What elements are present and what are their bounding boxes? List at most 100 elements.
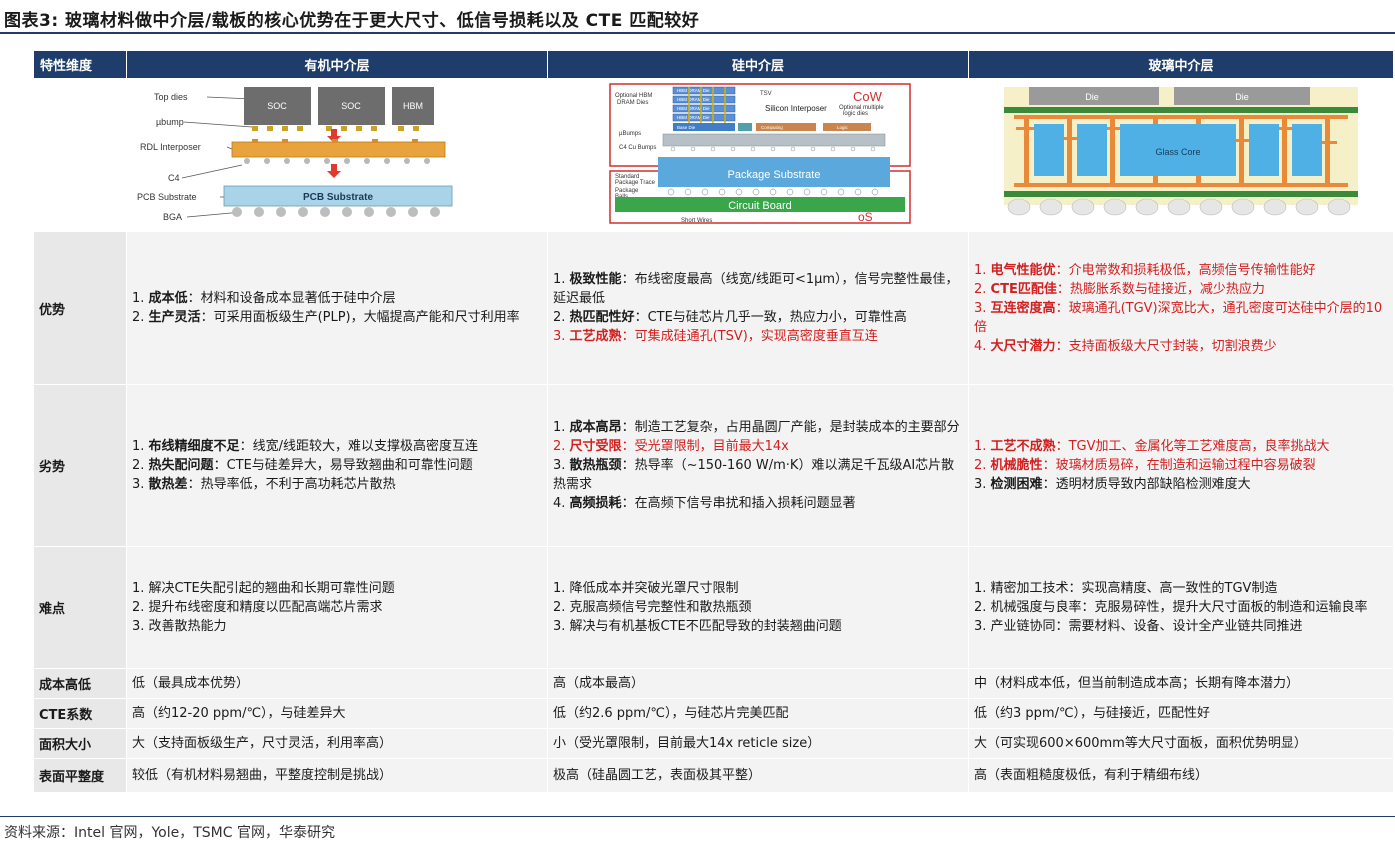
hbm-dram-die-3: HBM DRAM Die — [677, 106, 710, 111]
disadvantages-silicon: 1. 成本高昂：制造工艺复杂，占用晶圆厂产能，是封装成本的主要部分 2. 尺寸受限… — [547, 384, 969, 547]
os-label: oS — [858, 210, 873, 224]
cell-text: ：材料和设备成本显著低于硅中介层 — [187, 291, 396, 306]
cell-text: ：制造工艺复杂，占用晶圆厂产能，是封装成本的主要部分 — [621, 420, 960, 435]
cell-text: 低（约3 ppm/℃），与硅接近，匹配性好 — [974, 706, 1211, 721]
cell-text: 高（约12-20 ppm/℃），与硅差异大 — [132, 706, 346, 721]
cell-text: 3. 解决与有机基板CTE不匹配导致的封装翘曲问题 — [553, 619, 842, 634]
label-c4-cu-bumps: C4 Cu Bumps — [619, 145, 656, 151]
cell-text: ：可采用面板级生产(PLP)，大幅提高产能和尺寸利用率 — [200, 310, 520, 325]
cell-line: 1. 极致性能：布线密度最高（线宽/线距可<1μm），信号完整性最佳，延迟最低 — [553, 270, 963, 308]
cell-line: 2. 机械强度与良率：克服易碎性，提升大尺寸面板的制造和运输良率 — [974, 598, 1388, 617]
cell-text: 1. — [974, 439, 991, 454]
cell-line: 1. 成本高昂：制造工艺复杂，占用晶圆厂产能，是封装成本的主要部分 — [553, 418, 963, 437]
cost-glass: 中（材料成本低，但当前制造成本高；长期有降本潜力） — [968, 668, 1394, 699]
silicon-interposer-diagram: CoW oS Optional HBM DRAM Dies TSV Option… — [547, 78, 969, 232]
footer-divider — [0, 816, 1395, 817]
cell-line: 2. 热匹配性好：CTE与硅芯片几乎一致，热应力小，可靠性高 — [553, 308, 963, 327]
cell-text: 高（表面粗糙度极低，有利于精细布线） — [974, 768, 1209, 783]
row-area: 面积大小 大（支持面板级生产，尺寸灵活，利用率高） 小（受光罩限制，目前最大14… — [33, 728, 1394, 759]
organic-interposer-diagram: Top dies µbump RDL Interposer C4 PCB Sub… — [126, 78, 548, 232]
row-label: 面积大小 — [33, 728, 127, 759]
source-note: 资料来源：Intel 官网，Yole，TSMC 官网，华泰研究 — [4, 825, 335, 841]
cell-text: 较低（有机材料易翘曲，平整度控制是挑战） — [132, 768, 393, 783]
cell-text: 2. — [132, 458, 149, 473]
cost-organic: 低（最具成本优势） — [126, 668, 548, 699]
cell-text: 2. — [132, 310, 149, 325]
cell-text: 4. — [553, 496, 570, 511]
cell-text: 3. — [974, 300, 991, 316]
label-bga: BGA — [163, 212, 182, 222]
cell-text: ：热导率低，不利于高功耗芯片散热 — [187, 477, 396, 492]
difficulties-silicon: 1. 降低成本并突破光罩尺寸限制 2. 克服高频信号完整性和散热瓶颈 3. 解决与有… — [547, 546, 969, 669]
row-cost: 成本高低 低（最具成本优势） 高（成本最高） 中（材料成本低，但当前制造成本高；… — [33, 668, 1394, 699]
cell-text: ：玻璃材质易碎，在制造和运输过程中容易破裂 — [1042, 458, 1316, 473]
cell-text: 1. — [553, 272, 570, 287]
cell-text: 热失配问题 — [148, 458, 214, 473]
cell-line: 3. 产业链协同：需要材料、设备、设计全产业链共同推进 — [974, 617, 1388, 636]
cell-text: 1. 解决CTE失配引起的翘曲和长期可靠性问题 — [132, 581, 395, 596]
cell-text: 2. — [553, 310, 570, 325]
cell-text: 布线精细度不足 — [148, 439, 240, 454]
disadvantages-organic: 1. 布线精细度不足：线宽/线距较大，难以支撑极高密度互连 2. 热失配问题：CT… — [126, 384, 548, 547]
cell-line: 4. 高频损耗：在高频下信号串扰和插入损耗问题显著 — [553, 494, 963, 513]
cell-line: 低（约3 ppm/℃），与硅接近，匹配性好 — [974, 704, 1388, 723]
cte-glass: 低（约3 ppm/℃），与硅接近，匹配性好 — [968, 698, 1394, 729]
cell-text: 大（支持面板级生产，尺寸灵活，利用率高） — [132, 736, 393, 751]
diagram-row: Top dies µbump RDL Interposer C4 PCB Sub… — [33, 78, 1394, 232]
cell-text: 极致性能 — [569, 272, 622, 287]
cell-line: 1. 精密加工技术：实现高精度、高一致性的TGV制造 — [974, 579, 1388, 598]
cell-text: 中（材料成本低，但当前制造成本高；长期有降本潜力） — [974, 676, 1300, 691]
cell-line: 高（成本最高） — [553, 674, 963, 693]
cell-text: 2. — [974, 281, 991, 297]
cell-line: 2. 尺寸受限：受光罩限制，目前最大14x — [553, 437, 963, 456]
cell-line: 3. 散热瓶颈：热导率（~150-160 W/m·K）难以满足千瓦级AI芯片散热… — [553, 456, 963, 494]
diagram-row-label — [33, 78, 127, 232]
difficulties-glass: 1. 精密加工技术：实现高精度、高一致性的TGV制造 2. 机械强度与良率：克服易… — [968, 546, 1394, 669]
cell-text: 1. — [132, 291, 149, 306]
cell-line: 2. CTE匹配佳：热膨胀系数与硅接近，减少热应力 — [974, 280, 1388, 299]
hbm-dram-die-2: HBM DRAM Die — [677, 97, 710, 102]
comparison-table: 特性维度 有机中介层 硅中介层 玻璃中介层 Top dies µbump RDL… — [33, 50, 1394, 793]
cell-line: 2. 机械脆性：玻璃材质易碎，在制造和运输过程中容易破裂 — [974, 456, 1388, 475]
cell-line: 3. 改善散热能力 — [132, 617, 542, 636]
cell-text: 高频损耗 — [569, 496, 622, 511]
cell-text: 尺寸受限 — [569, 439, 622, 454]
cell-text: 1. — [132, 439, 149, 454]
cell-text: 散热瓶颈 — [569, 458, 622, 473]
cell-line: 1. 成本低：材料和设备成本显著低于硅中介层 — [132, 289, 542, 308]
cell-text: 电气性能优 — [990, 262, 1056, 278]
cell-line: 低（最具成本优势） — [132, 674, 542, 693]
cell-line: 极高（硅晶圆工艺，表面极其平整） — [553, 766, 963, 785]
cell-line: 小（受光罩限制，目前最大14x reticle size） — [553, 734, 963, 753]
label-tsv: TSV — [760, 91, 772, 97]
advantages-organic: 1. 成本低：材料和设备成本显著低于硅中介层 2. 生产灵活：可采用面板级生产(P… — [126, 231, 548, 385]
cell-line: 低（约2.6 ppm/℃），与硅芯片完美匹配 — [553, 704, 963, 723]
cell-line: 较低（有机材料易翘曲，平整度控制是挑战） — [132, 766, 542, 785]
label-pcb: PCB Substrate — [137, 192, 197, 202]
cell-text: 高（成本最高） — [553, 676, 645, 691]
cte-silicon: 低（约2.6 ppm/℃），与硅芯片完美匹配 — [547, 698, 969, 729]
cell-text: 1. — [974, 262, 991, 278]
flatness-organic: 较低（有机材料易翘曲，平整度控制是挑战） — [126, 758, 548, 793]
cell-text: ：可集成硅通孔(TSV)，实现高密度垂直互连 — [621, 329, 878, 344]
cell-text: 3. 改善散热能力 — [132, 619, 227, 634]
cell-text: 低（最具成本优势） — [132, 676, 250, 691]
cell-text: 检测困难 — [990, 477, 1043, 492]
cell-text: ：线宽/线距较大，难以支撑极高密度互连 — [239, 439, 478, 454]
pcb-substrate-layer: PCB Substrate — [303, 192, 373, 203]
cell-line: 1. 电气性能优：介电常数和损耗极低，高频信号传输性能好 — [974, 261, 1388, 280]
flatness-glass: 高（表面粗糙度极低，有利于精细布线） — [968, 758, 1394, 793]
header-row: 特性维度 有机中介层 硅中介层 玻璃中介层 — [33, 50, 1394, 79]
cell-text: 工艺成熟 — [569, 329, 622, 344]
cell-text: 1. — [553, 420, 570, 435]
cell-text: 生产灵活 — [148, 310, 201, 325]
cell-line: 3. 解决与有机基板CTE不匹配导致的封装翘曲问题 — [553, 617, 963, 636]
title-divider — [0, 32, 1395, 34]
cell-text: ：介电常数和损耗极低，高频信号传输性能好 — [1055, 262, 1316, 278]
soc1-die: SOC — [267, 101, 287, 111]
row-cte: CTE系数 高（约12-20 ppm/℃），与硅差异大 低（约2.6 ppm/℃… — [33, 698, 1394, 729]
cell-line: 高（约12-20 ppm/℃），与硅差异大 — [132, 704, 542, 723]
label-ubumps: µBumps — [619, 131, 641, 137]
row-difficulties: 难点 1. 解决CTE失配引起的翘曲和长期可靠性问题 2. 提升布线密度和精度以匹… — [33, 546, 1394, 669]
cell-text: ：CTE与硅差异大，易导致翘曲和可靠性问题 — [213, 458, 473, 473]
